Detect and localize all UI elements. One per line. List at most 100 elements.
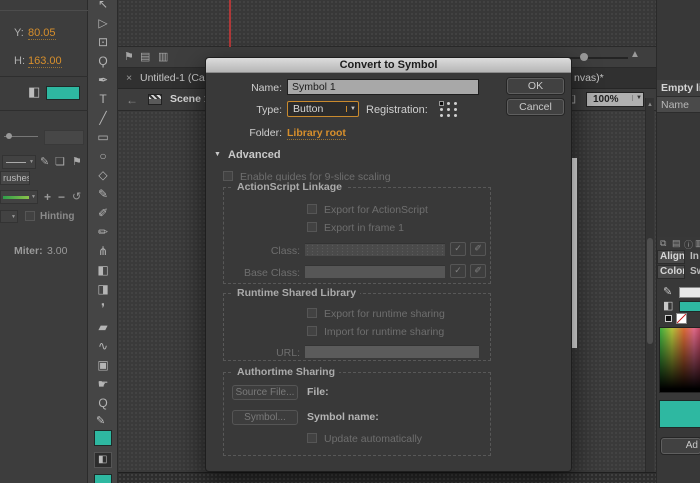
hinting-checkbox[interactable] <box>25 211 35 221</box>
subselection-tool-icon[interactable]: ▷ <box>88 14 118 33</box>
advanced-disclosure-icon[interactable]: ▼ <box>214 151 221 158</box>
cap-style-dropdown-icon[interactable]: ▼ <box>11 214 16 220</box>
registration-grid[interactable] <box>438 100 459 118</box>
update-automatically-checkbox[interactable] <box>307 433 317 443</box>
library-item-list[interactable] <box>657 113 700 237</box>
stage-zoom-dropdown-icon[interactable]: ▼ <box>632 95 642 101</box>
class-input[interactable] <box>305 243 445 256</box>
fill-color-chip[interactable] <box>679 301 700 312</box>
registration-point[interactable] <box>440 108 443 111</box>
remove-icon[interactable]: − <box>58 190 65 204</box>
line-tool-icon[interactable]: ╱ <box>88 109 118 128</box>
free-transform-tool-icon[interactable]: ⊡ <box>88 33 118 52</box>
class-validate-button[interactable]: ✓ <box>450 242 466 256</box>
stroke-style-dropdown-icon[interactable]: ▼ <box>29 159 34 165</box>
scene-breadcrumb[interactable]: Scene 1 <box>170 93 210 105</box>
registration-point[interactable] <box>454 114 457 117</box>
export-for-actionscript-checkbox[interactable] <box>307 204 317 214</box>
type-dropdown-arrow-icon[interactable]: ▼ <box>346 106 356 112</box>
polystar-tool-icon[interactable]: ◇ <box>88 166 118 185</box>
export-in-frame-checkbox[interactable] <box>307 222 317 232</box>
reset-icon[interactable]: ↺ <box>72 190 81 203</box>
url-input[interactable] <box>305 345 479 358</box>
symbol-name-input[interactable] <box>287 79 479 95</box>
registration-point[interactable] <box>447 108 450 111</box>
ink-bottle-tool-icon[interactable]: ◨ <box>88 280 118 299</box>
base-class-input[interactable] <box>305 265 445 278</box>
base-class-edit-button[interactable]: ✐ <box>470 264 486 278</box>
cap-style-select[interactable]: ▼ <box>0 210 18 223</box>
y-position-value[interactable]: 80.05 <box>28 27 56 40</box>
new-symbol-flag-icon[interactable]: ⚑ <box>124 50 134 63</box>
stroke-color-pencil-icon[interactable]: ✎ <box>96 414 105 427</box>
registration-point[interactable] <box>440 114 443 117</box>
rectangle-tool-icon[interactable]: ▭ <box>88 128 118 147</box>
timeline-playhead[interactable] <box>229 0 231 47</box>
oval-tool-icon[interactable]: ○ <box>88 147 118 166</box>
link-icon[interactable]: ⧉ <box>660 238 666 249</box>
scrollbar-thumb[interactable] <box>647 238 653 344</box>
trash-icon[interactable]: ▥ <box>695 238 700 249</box>
info-icon[interactable]: ⓘ <box>684 238 693 251</box>
color-picker-gradient[interactable] <box>659 327 700 393</box>
add-swatch-button[interactable]: Ad <box>661 438 700 454</box>
source-file-button[interactable]: Source File... <box>232 385 298 400</box>
registration-point[interactable] <box>447 102 450 105</box>
color-preview-swatch[interactable] <box>659 400 700 428</box>
lasso-tool-icon[interactable]: Ϙ <box>88 52 118 71</box>
miter-value[interactable]: 3.00 <box>47 245 67 257</box>
brushes-button[interactable]: rushes <box>0 171 30 185</box>
type-dropdown[interactable]: Button ▼ <box>287 101 359 117</box>
hand-tool-icon[interactable]: ☛ <box>88 375 118 394</box>
height-value[interactable]: 163.00 <box>28 55 62 68</box>
stroke-preview-select[interactable]: ▼ <box>0 190 38 204</box>
brush-tool-icon[interactable]: ✏ <box>88 223 118 242</box>
export-runtime-sharing-checkbox[interactable] <box>307 308 317 318</box>
tool-fill-color-swatch-2[interactable] <box>94 474 112 483</box>
folder-icon[interactable]: ▤ <box>672 238 681 249</box>
width-tool-icon[interactable]: ∿ <box>88 337 118 356</box>
eraser-tool-icon[interactable]: ▰ <box>88 318 118 337</box>
stage-vertical-scrollbar[interactable]: ▲ <box>645 98 654 473</box>
add-icon[interactable]: + <box>44 190 51 204</box>
cancel-button[interactable]: Cancel <box>507 99 564 115</box>
tab-close-icon[interactable]: × <box>126 72 132 84</box>
copy-swatch-icon[interactable]: ❏ <box>55 155 65 168</box>
default-colors-icon[interactable] <box>665 315 672 322</box>
tool-fill-color-swatch[interactable] <box>94 430 112 446</box>
stroke-style-select[interactable]: ▼ <box>2 155 36 169</box>
tool-swap-colors-button[interactable]: ◧ <box>94 452 112 468</box>
class-edit-button[interactable]: ✐ <box>470 242 486 256</box>
fill-bucket-icon[interactable]: ◧ <box>28 84 40 100</box>
eyedropper-tool-icon[interactable]: ❜ <box>88 299 118 318</box>
library-header[interactable]: Empty libra <box>657 80 700 97</box>
registration-point[interactable] <box>454 108 457 111</box>
import-runtime-sharing-checkbox[interactable] <box>307 326 317 336</box>
tab-swatches-partial[interactable]: Sw <box>690 266 700 277</box>
nine-slice-checkbox[interactable] <box>223 171 233 181</box>
stroke-color-chip[interactable] <box>679 287 700 298</box>
paint-brush-tool-icon[interactable]: ✐ <box>88 204 118 223</box>
symbol-button[interactable]: Symbol... <box>232 410 298 425</box>
folder-icon[interactable]: ▤ <box>140 50 150 63</box>
registration-point[interactable] <box>447 114 450 117</box>
zoom-tool-icon[interactable]: Q <box>88 394 118 413</box>
tab-color[interactable]: Color <box>657 265 685 279</box>
stage-zoom-control[interactable]: 100% ▼ <box>586 92 644 107</box>
text-tool-icon[interactable]: T <box>88 90 118 109</box>
registration-point[interactable] <box>454 102 457 105</box>
stroke-preview-dropdown-icon[interactable]: ▼ <box>31 194 36 200</box>
timeline-zoom-slider-handle[interactable] <box>580 53 588 61</box>
pencil-tool-icon[interactable]: ✎ <box>88 185 118 204</box>
stroke-pencil-icon[interactable]: ✎ <box>663 285 672 298</box>
camera-tool-icon[interactable]: ▣ <box>88 356 118 375</box>
stroke-size-stepper[interactable] <box>44 130 84 145</box>
bone-tool-icon[interactable]: ⋔ <box>88 242 118 261</box>
tab-align[interactable]: Align <box>657 250 685 264</box>
stroke-size-slider-handle[interactable] <box>6 133 12 139</box>
pen-tool-icon[interactable]: ✒ <box>88 71 118 90</box>
advanced-label[interactable]: Advanced <box>228 149 281 161</box>
no-color-icon[interactable] <box>676 313 687 324</box>
selection-tool-icon[interactable]: ↖ <box>88 0 118 14</box>
paint-bucket-tool-icon[interactable]: ◧ <box>88 261 118 280</box>
